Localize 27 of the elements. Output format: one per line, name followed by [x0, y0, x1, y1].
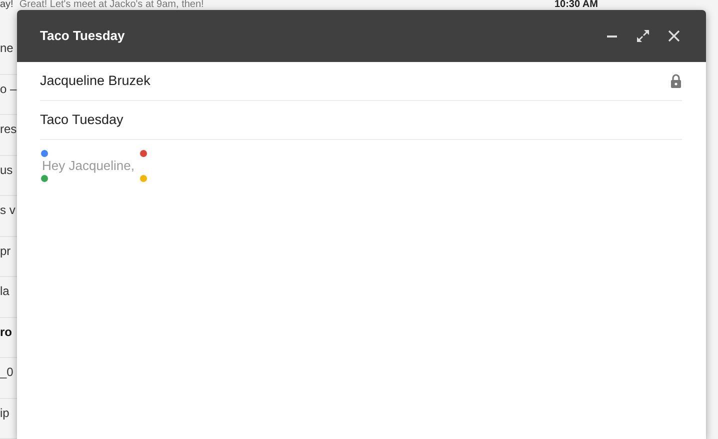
- minimize-button[interactable]: [604, 32, 620, 40]
- subject-field[interactable]: Taco Tuesday: [40, 101, 682, 140]
- message-row-text: us: [0, 162, 13, 176]
- message-snippet: Great! Let's meet at Jacko's at 9am, then!: [19, 0, 204, 10]
- compose-title: Taco Tuesday: [40, 27, 125, 46]
- expand-icon: [636, 29, 650, 43]
- message-row-text: pr: [0, 244, 11, 258]
- message-row-text: ro: [0, 324, 12, 338]
- minimize-icon: [606, 34, 618, 38]
- selection-handle[interactable]: [41, 175, 48, 182]
- message-row-text: s v: [0, 203, 16, 217]
- message-row-text: la: [0, 284, 10, 298]
- close-icon: [668, 30, 680, 42]
- sender-name: ay!: [0, 0, 14, 10]
- selection-handle[interactable]: [41, 150, 48, 157]
- lock-icon: [670, 74, 682, 88]
- message-row-text: o –: [0, 82, 17, 96]
- message-row-text: _0: [0, 365, 14, 379]
- selection-handle[interactable]: [140, 150, 147, 157]
- selection-handle[interactable]: [140, 175, 147, 182]
- message-row-text: ip: [0, 406, 10, 420]
- message-time: 10:30 AM: [554, 0, 598, 10]
- message-row-text: ne: [0, 41, 14, 55]
- close-button[interactable]: [666, 28, 682, 44]
- message-row-text: res: [0, 122, 17, 136]
- expand-button[interactable]: [634, 27, 652, 45]
- recipient-field[interactable]: Jacqueline Bruzek: [40, 62, 682, 101]
